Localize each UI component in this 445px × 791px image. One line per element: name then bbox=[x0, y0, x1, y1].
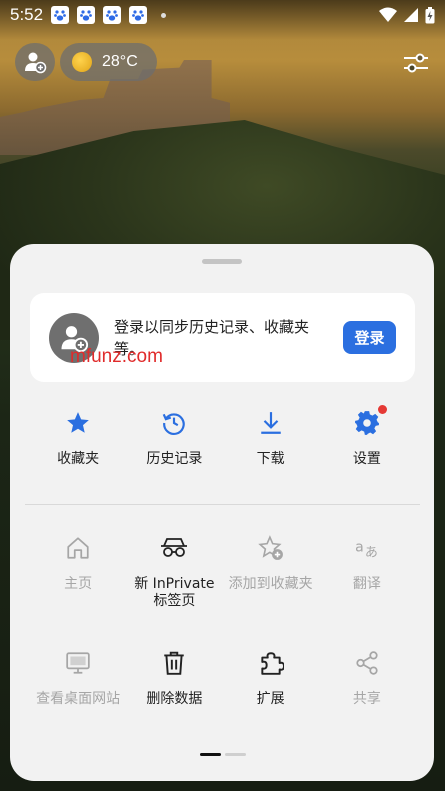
menu-item-favorites[interactable]: 收藏夹 bbox=[30, 409, 126, 468]
status-bar: 5:52 bbox=[0, 0, 445, 30]
puzzle-icon bbox=[257, 649, 285, 677]
menu-item-inprivate[interactable]: 新 InPrivate 标签页 bbox=[126, 534, 222, 610]
weather-widget[interactable]: 28°C bbox=[60, 43, 157, 81]
profile-button[interactable] bbox=[15, 43, 55, 81]
divider bbox=[25, 504, 420, 505]
menu-item-settings[interactable]: 设置 bbox=[319, 405, 415, 468]
menu-item-downloads[interactable]: 下载 bbox=[223, 409, 319, 468]
menu-item-share[interactable]: 共享 bbox=[319, 649, 415, 708]
status-time: 5:52 bbox=[10, 5, 44, 24]
menu-item-label: 收藏夹 bbox=[57, 451, 100, 467]
page-indicator bbox=[200, 753, 246, 756]
baidu-icon bbox=[103, 6, 122, 24]
menu-item-delete-data[interactable]: 删除数据 bbox=[126, 649, 222, 708]
history-icon bbox=[160, 409, 188, 437]
menu-item-label: 查看桌面网站 bbox=[36, 691, 121, 707]
menu-item-label: 主页 bbox=[64, 576, 93, 592]
menu-item-label: 新 InPrivate 标签页 bbox=[134, 576, 215, 609]
menu-item-home[interactable]: 主页 bbox=[30, 534, 126, 610]
gear-icon bbox=[353, 405, 387, 437]
menu-sheet: 登录以同步历史记录、收藏夹等。 登录 收藏夹 历史记录 下载 设置 主页 新 I… bbox=[10, 244, 434, 781]
signin-card: 登录以同步历史记录、收藏夹等。 登录 bbox=[30, 293, 415, 382]
menu-item-label: 历史记录 bbox=[146, 451, 203, 467]
wifi-icon bbox=[379, 7, 397, 22]
baidu-icon bbox=[51, 6, 70, 24]
inprivate-icon bbox=[160, 534, 188, 562]
signin-button[interactable]: 登录 bbox=[343, 321, 396, 354]
status-right bbox=[379, 6, 435, 24]
watermark-text: mfunz.com bbox=[70, 346, 163, 367]
menu-item-add-favorite[interactable]: 添加到收藏夹 bbox=[223, 534, 319, 610]
add-profile-icon bbox=[25, 52, 47, 74]
menu-item-desktop-site[interactable]: 查看桌面网站 bbox=[30, 649, 126, 708]
menu-item-extensions[interactable]: 扩展 bbox=[223, 649, 319, 708]
home-icon bbox=[64, 534, 92, 562]
menu-item-history[interactable]: 历史记录 bbox=[126, 409, 222, 468]
add-favorite-icon bbox=[257, 534, 285, 562]
menu-item-label: 下载 bbox=[256, 451, 285, 467]
share-icon bbox=[353, 649, 381, 677]
download-icon bbox=[257, 409, 285, 437]
baidu-icon bbox=[129, 6, 148, 24]
svg-text:あ: あ bbox=[365, 546, 378, 561]
desktop-icon bbox=[64, 649, 92, 677]
page-dot-inactive bbox=[225, 753, 246, 756]
menu-row-primary: 收藏夹 历史记录 下载 设置 bbox=[30, 405, 415, 468]
menu-row-secondary: 主页 新 InPrivate 标签页 添加到收藏夹 aあ 翻译 bbox=[30, 534, 415, 610]
menu-item-label: 扩展 bbox=[256, 691, 285, 707]
notification-badge bbox=[377, 405, 387, 414]
star-icon bbox=[64, 409, 92, 437]
signal-icon bbox=[404, 8, 418, 22]
customize-sliders-icon[interactable] bbox=[403, 50, 429, 76]
notification-dot-icon bbox=[161, 12, 167, 18]
baidu-icon bbox=[77, 6, 96, 24]
menu-item-label: 添加到收藏夹 bbox=[228, 576, 313, 592]
svg-text:a: a bbox=[355, 539, 364, 555]
trash-icon bbox=[160, 649, 188, 677]
menu-item-label: 设置 bbox=[352, 451, 381, 467]
menu-item-label: 翻译 bbox=[352, 576, 381, 592]
temperature-text: 28°C bbox=[102, 53, 138, 70]
battery-icon bbox=[425, 6, 435, 23]
sun-icon bbox=[72, 52, 92, 72]
drag-handle[interactable] bbox=[202, 259, 242, 264]
menu-item-translate[interactable]: aあ 翻译 bbox=[319, 534, 415, 610]
menu-row-tertiary: 查看桌面网站 删除数据 扩展 共享 bbox=[30, 649, 415, 708]
translate-icon: aあ bbox=[353, 534, 381, 562]
menu-item-label: 共享 bbox=[352, 691, 381, 707]
page-dot-active bbox=[200, 753, 221, 756]
menu-item-label: 删除数据 bbox=[146, 691, 203, 707]
